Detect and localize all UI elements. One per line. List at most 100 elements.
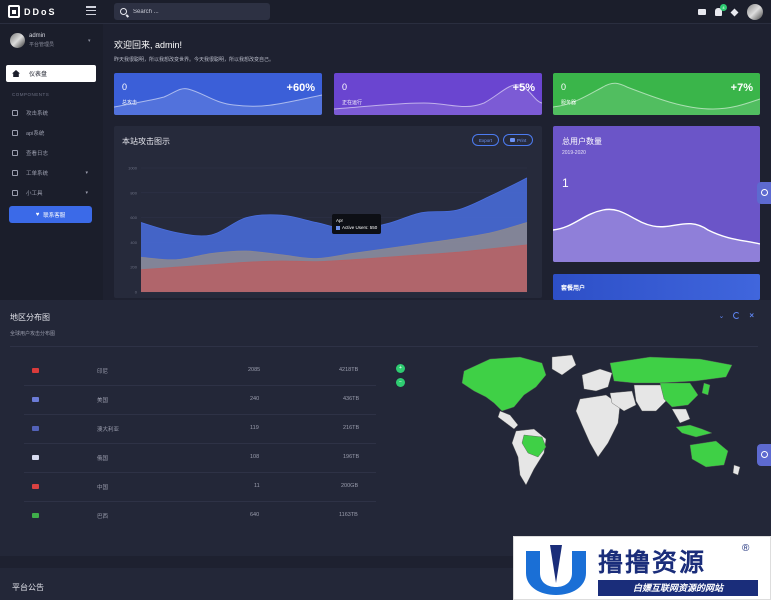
- stat-card-running: 0 正在运行 +5%: [334, 73, 542, 115]
- y-tick-label: 0: [135, 290, 138, 295]
- sidebar-item-attack[interactable]: 攻击系统: [12, 109, 92, 117]
- count-cell: 240: [250, 396, 260, 402]
- stat-label: 正在运行: [342, 100, 363, 106]
- chevron-down-icon[interactable]: ⌄: [718, 312, 724, 320]
- stat-percent: +60%: [286, 82, 315, 94]
- table-row: 俄国 108 196TB: [24, 444, 376, 473]
- watermark-logo-icon: [526, 545, 586, 595]
- map-zoom-in-button[interactable]: +: [396, 364, 405, 373]
- tooltip-title: Apr: [336, 218, 344, 223]
- sidebar-item-label: 攻击系统: [26, 111, 49, 117]
- sidebar-item-logs[interactable]: 查看日志: [12, 149, 92, 157]
- sidebar-item-label: 查看日志: [26, 151, 49, 157]
- attack-area-chart: 1000 800 600 400 200 0: [128, 166, 528, 295]
- sidebar-item-tickets[interactable]: 工单系统 ▾: [12, 169, 92, 177]
- bell-icon[interactable]: 4: [715, 4, 727, 16]
- sidebar-section-label: COMPONENTS: [12, 92, 50, 97]
- sidebar-item-dashboard[interactable]: 仪表盘: [6, 65, 96, 82]
- flag-icon: [32, 397, 39, 402]
- menu-toggle-icon[interactable]: [86, 6, 96, 15]
- count-cell: 640: [250, 512, 260, 518]
- chevron-down-icon: ▾: [85, 170, 88, 176]
- stat-sparkline: [553, 82, 760, 115]
- user-profile[interactable]: admin 平台管理员: [10, 33, 54, 48]
- region-subtitle: 全球用户攻击分布图: [10, 331, 56, 337]
- y-tick-label: 400: [130, 240, 137, 245]
- theme-side-tab[interactable]: [757, 444, 771, 466]
- sidebar-item-tools[interactable]: 小工具 ▾: [12, 189, 92, 197]
- user-avatar[interactable]: [747, 4, 763, 20]
- traffic-cell: 1163TB: [339, 512, 358, 518]
- chart-icon: [12, 110, 18, 116]
- search-input[interactable]: [133, 8, 253, 15]
- map-region-new-zealand: [732, 464, 741, 476]
- gear-icon: [761, 451, 768, 458]
- sidebar-item-label: 小工具: [26, 191, 43, 197]
- country-cell: 美国: [97, 398, 109, 404]
- country-cell: 巴西: [97, 514, 109, 520]
- brand-logo[interactable]: DDoS: [8, 5, 57, 18]
- country-cell: 中国: [97, 485, 109, 491]
- ticket-icon: [12, 170, 18, 176]
- traffic-cell: 216TB: [343, 425, 360, 431]
- refresh-icon[interactable]: [733, 312, 741, 319]
- count-cell: 2085: [248, 367, 261, 373]
- search-icon: [120, 8, 127, 15]
- country-cell: 印尼: [97, 369, 109, 375]
- tooltip-swatch: [336, 225, 340, 230]
- stat-card-servers: 0 服务器 +7%: [553, 73, 760, 115]
- watermark-banner: 撸撸资源 ® 白嫖互联网资源的网站: [513, 536, 771, 600]
- chevron-down-icon[interactable]: ▾: [88, 38, 91, 44]
- users-wave-chart: [553, 208, 760, 262]
- welcome-title: 欢迎回来, admin!: [114, 40, 183, 50]
- traffic-cell: 436TB: [343, 396, 360, 402]
- y-tick-label: 600: [130, 215, 137, 220]
- flag-icon: [32, 368, 39, 373]
- map-zoom-out-button[interactable]: −: [396, 378, 405, 387]
- world-map: [461, 354, 741, 486]
- map-region-china: [659, 382, 699, 408]
- watermark-subtitle: 白嫖互联网资源的网站: [598, 580, 758, 596]
- count-cell: 108: [250, 454, 260, 460]
- region-title: 地区分布图: [10, 313, 50, 322]
- close-icon[interactable]: ×: [749, 311, 754, 320]
- region-table: 印尼 2085 4218TB 美国 240 436TB 澳大利亚 119 216…: [24, 357, 376, 531]
- monitor-icon: [12, 190, 18, 196]
- count-cell: 11: [254, 483, 260, 489]
- sidebar-item-api[interactable]: api系统: [12, 129, 92, 137]
- map-region-australia: [689, 440, 729, 468]
- user-name: admin: [29, 33, 46, 39]
- stat-sparkline: [114, 88, 322, 115]
- map-region-europe: [581, 368, 613, 392]
- mail-icon[interactable]: [698, 9, 706, 15]
- logo-icon: [8, 5, 20, 18]
- map-region-north-america: [461, 356, 547, 412]
- stat-label: 总攻击: [122, 100, 138, 106]
- sidebar-item-label: 工单系统: [26, 171, 49, 177]
- sidebar-item-label: api系统: [26, 131, 45, 137]
- stat-card-attacks: 0 总攻击 +60%: [114, 73, 322, 115]
- traffic-cell: 200GB: [341, 483, 359, 489]
- search-bar[interactable]: [114, 3, 270, 20]
- map-region-indonesia: [675, 424, 713, 438]
- flag-icon: [32, 455, 39, 460]
- log-icon: [12, 150, 18, 156]
- sidebar: admin 平台管理员 ▾ 仪表盘 COMPONENTS 攻击系统 api系统 …: [0, 24, 103, 300]
- table-row: 美国 240 436TB: [24, 386, 376, 415]
- gear-icon: [761, 189, 768, 196]
- heart-icon: ♥: [35, 211, 40, 218]
- traffic-cell: 4218TB: [339, 367, 359, 373]
- flag-icon: [32, 426, 39, 431]
- table-row: 巴西 640 1163TB: [24, 502, 376, 531]
- y-tick-label: 200: [130, 265, 137, 270]
- divider: [10, 346, 758, 347]
- settings-side-tab[interactable]: [757, 182, 771, 204]
- user-role: 平台管理员: [29, 42, 55, 48]
- map-region-southeast-asia: [671, 408, 691, 424]
- layers-icon[interactable]: [730, 8, 739, 16]
- contact-support-button[interactable]: ♥ 联系客服: [9, 206, 92, 223]
- sidebar-item-label: 仪表盘: [29, 72, 48, 78]
- y-tick-label: 1000: [128, 166, 138, 171]
- flag-icon: [32, 513, 39, 518]
- announcement-title: 平台公告: [12, 583, 44, 592]
